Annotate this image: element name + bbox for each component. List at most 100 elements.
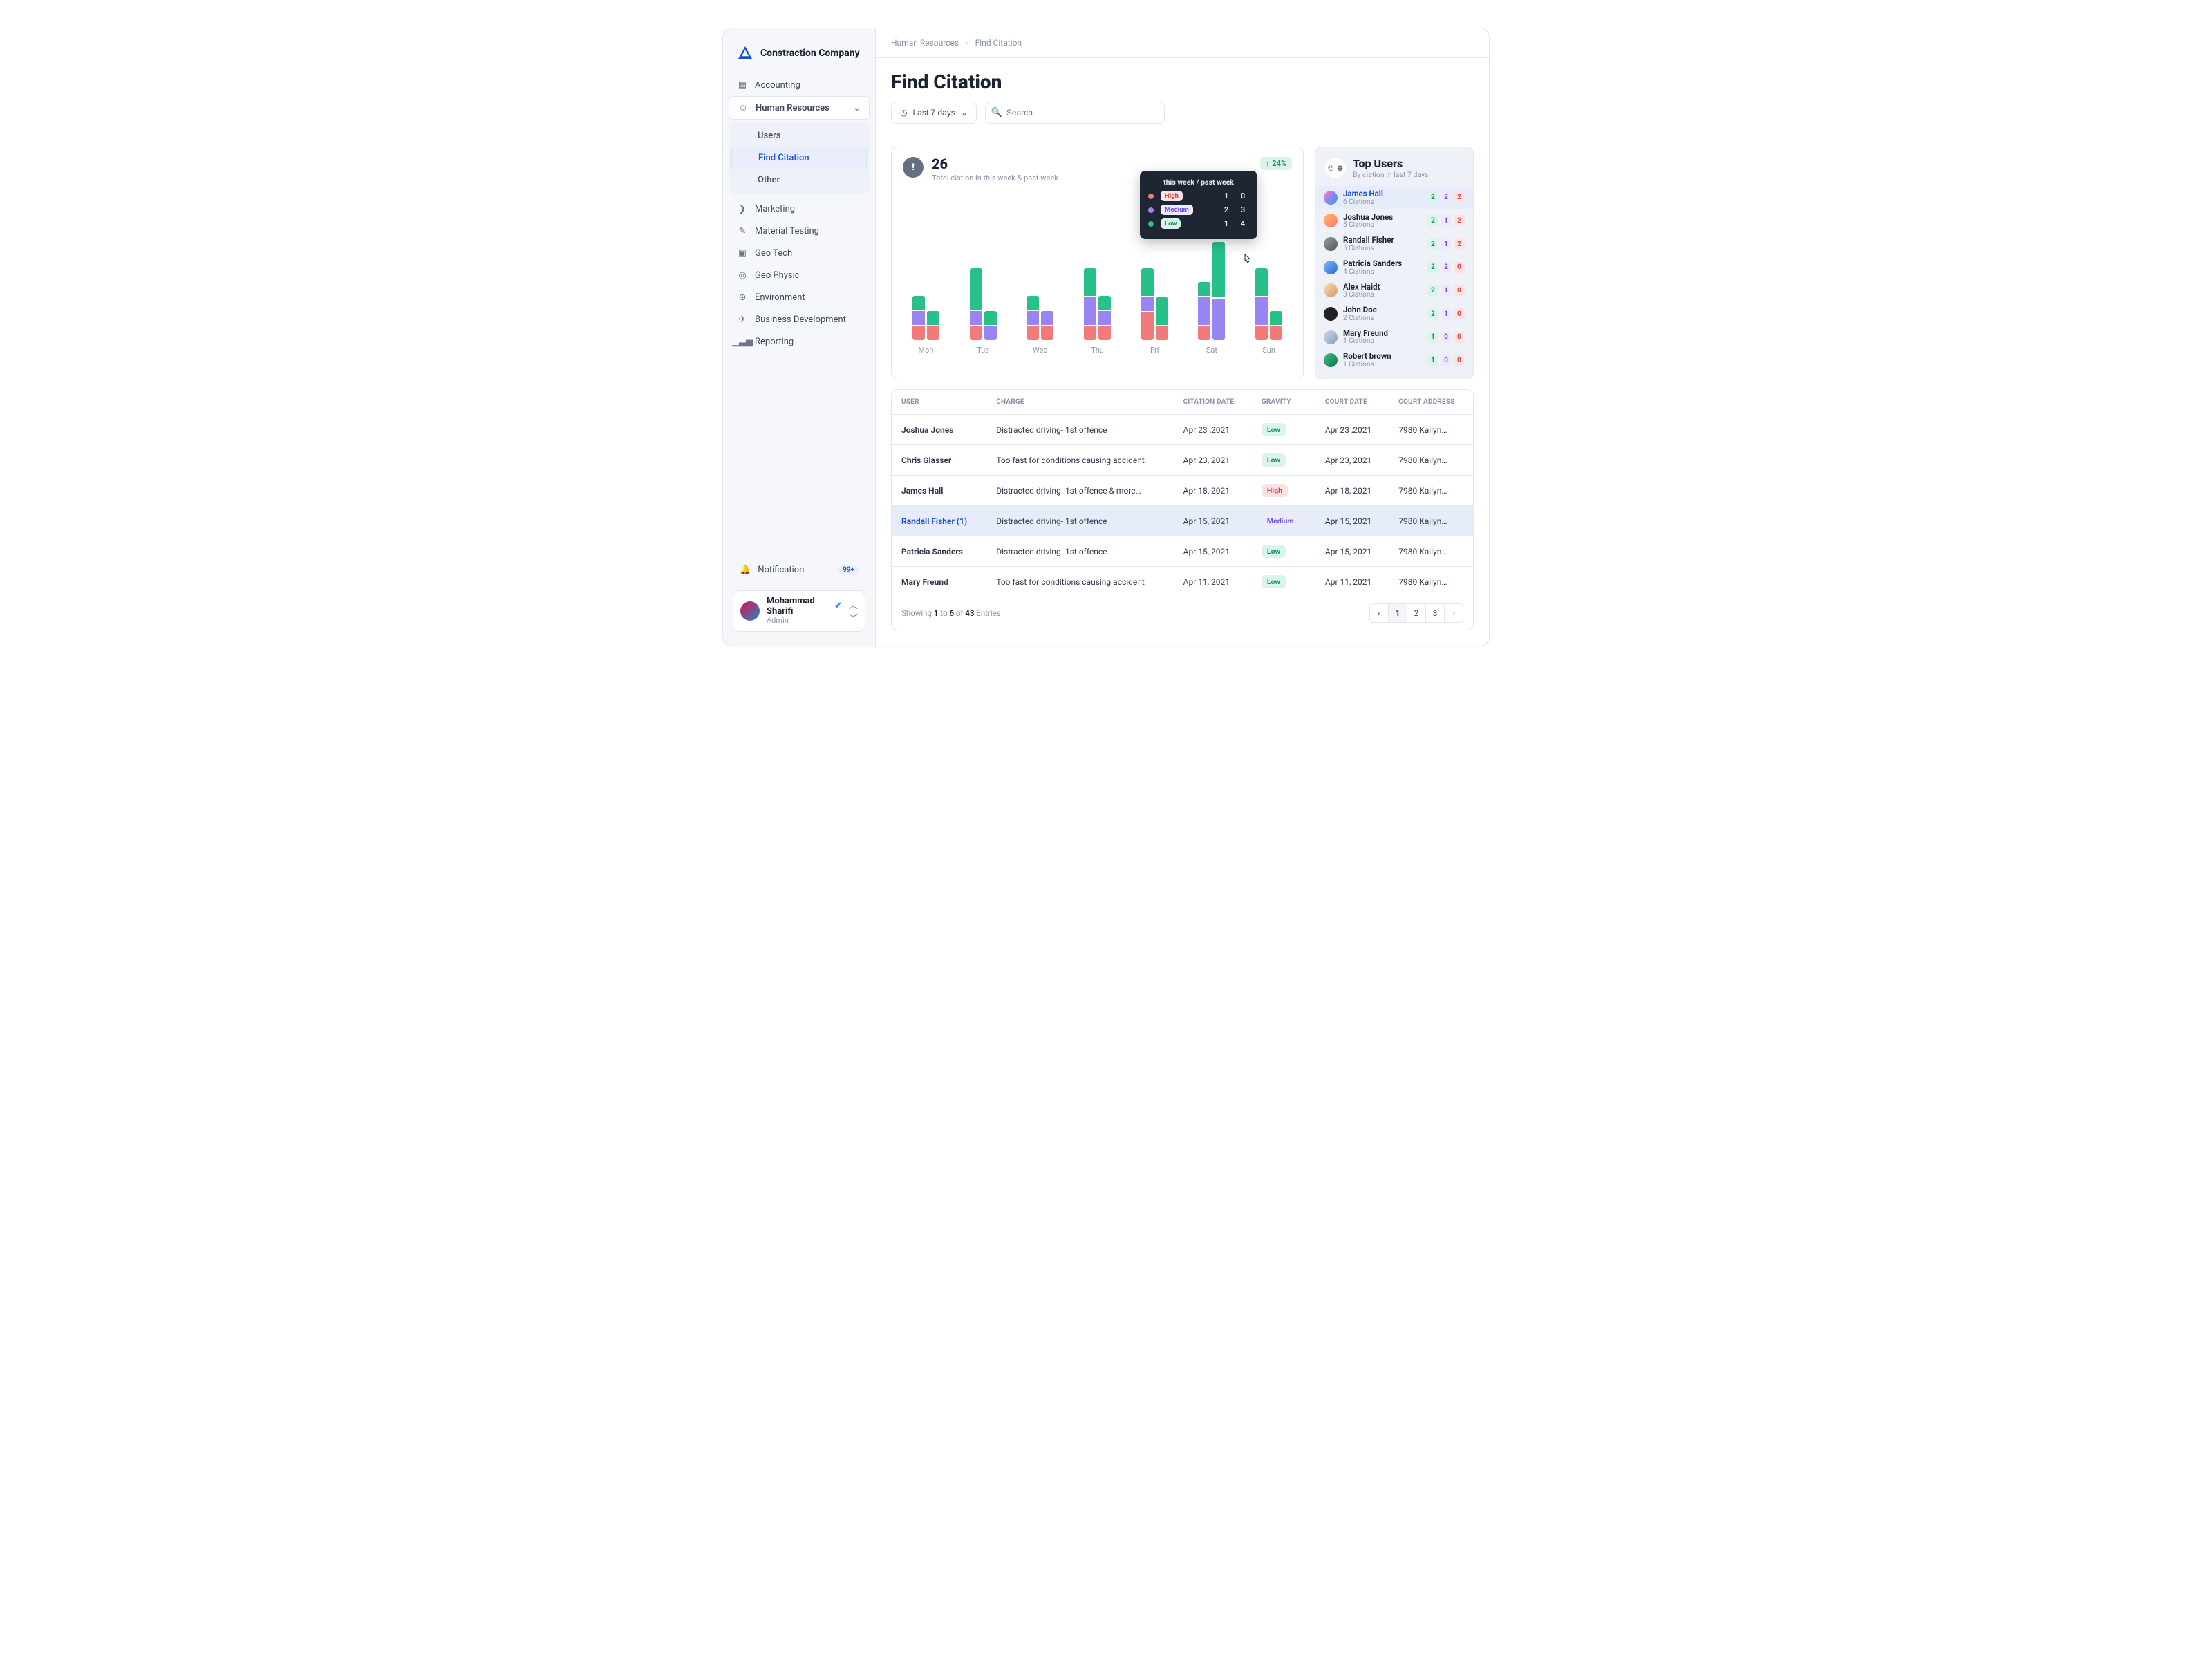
cell-court-date: Apr 18, 2021 [1315, 476, 1389, 506]
nav-geo-tech[interactable]: ▣Geo Tech [729, 242, 870, 264]
chart-day[interactable] [1246, 267, 1292, 340]
cell-court-date: Apr 23, 2021 [1315, 445, 1389, 476]
arrow-up-icon: ↑ [1266, 159, 1270, 168]
cell-gravity: Low [1252, 445, 1315, 476]
col-court-address[interactable]: COURT ADDRESS [1389, 390, 1473, 415]
medium-count-chip: 2 [1441, 192, 1452, 203]
cell-citation-date: Apr 15, 2021 [1174, 506, 1252, 536]
top-users-title: Top Users [1353, 157, 1428, 170]
table-row[interactable]: Patricia SandersDistracted driving- 1st … [892, 536, 1473, 567]
dot-medium-icon [1148, 207, 1154, 213]
nav-hr-find-citation[interactable]: Find Citation [731, 147, 867, 169]
page-3[interactable]: 3 [1425, 603, 1445, 623]
top-users-card: ☺☻ Top Users By ciation in last 7 days J… [1315, 147, 1474, 379]
delta-badge: ↑ 24% [1260, 157, 1292, 170]
chart-day[interactable] [1074, 267, 1121, 340]
notification-link[interactable]: 🔔 Notification 99+ [733, 559, 865, 581]
nav-accounting[interactable]: ▦ Accounting [729, 74, 870, 96]
chart-icon: ▁▃▅ [737, 336, 748, 347]
col-charge[interactable]: CHARGE [986, 390, 1173, 415]
brand-name: Constraction Company [760, 48, 860, 59]
table-footer: Showing 1 to 6 of 43 Entries ‹ 1 2 3 › [892, 597, 1473, 630]
chart-day[interactable] [1017, 294, 1063, 340]
nav-marketing[interactable]: ❯Marketing [729, 198, 870, 220]
table-row[interactable]: Joshua JonesDistracted driving- 1st offe… [892, 415, 1473, 445]
nav-reporting[interactable]: ▁▃▅Reporting [729, 330, 870, 353]
top-users-subtitle: By ciation in last 7 days [1353, 170, 1428, 179]
col-gravity[interactable]: GRAVITY [1252, 390, 1315, 415]
medium-count-chip: 1 [1441, 238, 1452, 250]
people-icon: ☺ [738, 102, 749, 113]
top-user-row[interactable]: John Doe2 Ciations210 [1315, 302, 1473, 326]
cell-user: Chris Glasser [892, 445, 986, 476]
top-user-count: 5 Ciations [1343, 221, 1393, 229]
cell-court-address: 7980 Kailyn… [1389, 506, 1473, 536]
page-next[interactable]: › [1444, 603, 1463, 623]
top-user-row[interactable]: Patricia Sanders4 Ciations220 [1315, 256, 1473, 279]
megaphone-icon: ❯ [737, 203, 748, 214]
top-user-row[interactable]: James Hall6 Ciations222 [1315, 186, 1473, 209]
top-user-count: 4 Ciations [1343, 268, 1402, 276]
exclamation-icon: ! [903, 157, 924, 178]
table-row[interactable]: Chris GlasserToo fast for conditions cau… [892, 445, 1473, 476]
cell-citation-date: Apr 18, 2021 [1174, 476, 1252, 506]
user-name: Mohammad Sharifi✔ [767, 597, 842, 617]
table-row[interactable]: James HallDistracted driving- 1st offenc… [892, 476, 1473, 506]
table-row[interactable]: Randall Fisher (1)Distracted driving- 1s… [892, 506, 1473, 536]
col-court-date[interactable]: COURT DATE [1315, 390, 1389, 415]
nav-environment[interactable]: ⊕Environment [729, 286, 870, 308]
cell-gravity: Low [1252, 415, 1315, 445]
avatar [740, 601, 760, 621]
breadcrumb-current: Find Citation [975, 38, 1022, 48]
current-user-card[interactable]: Mohammad Sharifi✔ Admin ︿﹀ [733, 590, 865, 632]
top-user-count: 1 Ciations [1343, 361, 1391, 368]
nav-human-resources[interactable]: ☺ Human Resources ⌄ [729, 96, 870, 120]
search-input[interactable] [985, 102, 1165, 124]
nav-geo-physic[interactable]: ◎Geo Physic [729, 264, 870, 286]
chart-day[interactable] [1132, 267, 1178, 340]
notification-badge: 99+ [838, 565, 859, 575]
col-user[interactable]: USER [892, 390, 986, 415]
top-user-row[interactable]: Robert brown1 Ciations100 [1315, 348, 1473, 372]
low-count-chip: 2 [1427, 285, 1438, 296]
chart-day[interactable] [903, 294, 949, 340]
cell-charge: Distracted driving- 1st offence & more… [986, 476, 1173, 506]
nav-business-dev[interactable]: ✈Business Development [729, 308, 870, 330]
top-user-row[interactable]: Mary Freund1 Ciations100 [1315, 326, 1473, 349]
chevron-down-icon: ﹀ [849, 611, 858, 624]
high-count-chip: 0 [1454, 332, 1465, 343]
cube-icon: ▣ [737, 247, 748, 259]
chevron-right-icon: › [1452, 608, 1455, 618]
nav-hr-other[interactable]: Other [731, 169, 867, 191]
user-menu-toggle[interactable]: ︿﹀ [849, 598, 858, 624]
top-user-row[interactable]: Alex Haidt3 Ciations210 [1315, 279, 1473, 303]
x-tick: Thu [1074, 346, 1121, 355]
x-tick: Fri [1132, 346, 1178, 355]
nav-hr-users[interactable]: Users [731, 125, 867, 147]
page-1[interactable]: 1 [1388, 603, 1407, 623]
page-prev[interactable]: ‹ [1369, 603, 1389, 623]
page-2[interactable]: 2 [1407, 603, 1426, 623]
cell-court-date: Apr 23 ,2021 [1315, 415, 1389, 445]
cell-gravity: High [1252, 476, 1315, 506]
medium-count-chip: 2 [1441, 262, 1452, 273]
breadcrumb-root[interactable]: Human Resources [891, 38, 959, 48]
avatar [1324, 191, 1338, 205]
main: Human Resources › Find Citation Find Cit… [875, 28, 1489, 646]
avatar [1324, 307, 1338, 321]
top-user-name: Alex Haidt [1343, 283, 1380, 292]
cell-court-address: 7980 Kailyn… [1389, 567, 1473, 597]
table-row[interactable]: Mary FreundToo fast for conditions causi… [892, 567, 1473, 597]
high-count-chip: 0 [1454, 262, 1465, 273]
nav-material-testing[interactable]: ✎Material Testing [729, 220, 870, 242]
brand-logo-icon [737, 45, 753, 62]
date-range-button[interactable]: ◷ Last 7 days ⌄ [891, 102, 977, 124]
chart-day[interactable] [960, 267, 1006, 340]
top-user-row[interactable]: Randall Fisher5 Ciations212 [1315, 232, 1473, 256]
col-citation-date[interactable]: CITATION DATE [1174, 390, 1252, 415]
bell-icon: 🔔 [740, 565, 751, 575]
high-count-chip: 2 [1454, 215, 1465, 226]
chart-day[interactable] [1189, 241, 1235, 340]
citations-table: USER CHARGE CITATION DATE GRAVITY COURT … [892, 390, 1473, 597]
top-user-row[interactable]: Joshua Jones5 Ciations212 [1315, 209, 1473, 233]
